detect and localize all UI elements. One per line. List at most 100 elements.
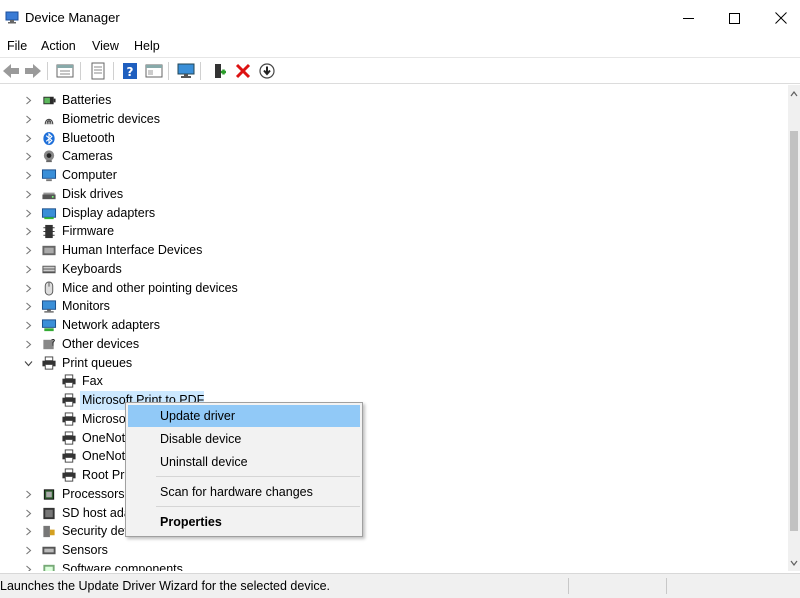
tree-category-item[interactable]: SD host adapters bbox=[0, 504, 780, 523]
chevron-right-icon[interactable] bbox=[24, 152, 33, 161]
tree-category-item[interactable]: Keyboards bbox=[0, 260, 780, 279]
tree-item-label: Bluetooth bbox=[62, 130, 115, 145]
mouse-icon bbox=[44, 280, 54, 296]
menu-action[interactable]: Action bbox=[41, 39, 76, 53]
tree-child-item[interactable]: OneNote (Desktop) bbox=[0, 429, 780, 448]
ctx-uninstall-device[interactable]: Uninstall device bbox=[128, 451, 360, 473]
tree-category-item[interactable]: Computer bbox=[0, 166, 780, 185]
tree-child-item[interactable]: Fax bbox=[0, 372, 780, 391]
chevron-right-icon[interactable] bbox=[24, 246, 33, 255]
menu-bar: File Action View Help bbox=[0, 36, 800, 58]
scroll-thumb[interactable] bbox=[790, 131, 798, 531]
tree-item-label: Firmware bbox=[62, 224, 115, 239]
maximize-button[interactable] bbox=[711, 0, 757, 36]
tree-child-item[interactable]: Microsoft XPS Document Writer bbox=[0, 410, 780, 429]
chevron-down-icon bbox=[790, 560, 798, 566]
chevron-right-icon[interactable] bbox=[24, 565, 33, 571]
ctx-properties[interactable]: Properties bbox=[128, 511, 360, 533]
scroll-down-button[interactable] bbox=[788, 554, 800, 571]
tree-item-label: Sensors bbox=[62, 543, 108, 557]
chevron-right-icon[interactable] bbox=[24, 527, 33, 536]
disk-drive-icon bbox=[42, 192, 56, 199]
tree-category-item[interactable]: Processors bbox=[0, 485, 780, 504]
tree-category-item[interactable]: Mice and other pointing devices bbox=[0, 279, 780, 298]
chevron-right-icon[interactable] bbox=[24, 115, 33, 124]
chevron-right-icon[interactable] bbox=[24, 209, 33, 218]
status-separator bbox=[666, 578, 667, 594]
monitor-icon bbox=[41, 300, 57, 313]
status-separator bbox=[568, 578, 569, 594]
ctx-disable-device[interactable]: Disable device bbox=[128, 428, 360, 450]
chevron-right-icon[interactable] bbox=[24, 284, 33, 293]
menu-help[interactable]: Help bbox=[134, 39, 160, 53]
minimize-icon bbox=[682, 17, 694, 19]
tree-item-label: Batteries bbox=[62, 93, 112, 107]
tree-category-item[interactable]: Software components bbox=[0, 560, 780, 571]
properties-button[interactable] bbox=[88, 61, 108, 81]
ctx-separator bbox=[156, 476, 360, 477]
tree-item-label: Human Interface Devices bbox=[62, 243, 203, 257]
chevron-right-icon[interactable] bbox=[24, 134, 33, 143]
ctx-update-driver[interactable]: Update driver bbox=[128, 405, 360, 427]
chevron-right-icon[interactable] bbox=[24, 321, 33, 330]
uninstall-button[interactable] bbox=[233, 61, 253, 81]
download-button[interactable] bbox=[257, 61, 277, 81]
tree-category-item[interactable]: Cameras bbox=[0, 147, 780, 166]
chevron-right-icon[interactable] bbox=[24, 490, 33, 499]
minimize-button[interactable] bbox=[665, 0, 711, 36]
chevron-right-icon[interactable] bbox=[24, 546, 33, 555]
chevron-right-icon[interactable] bbox=[24, 171, 33, 180]
scroll-up-button[interactable] bbox=[788, 85, 800, 102]
vertical-scrollbar[interactable] bbox=[788, 85, 800, 571]
forward-button[interactable] bbox=[23, 61, 43, 81]
computer-icon bbox=[41, 169, 57, 182]
close-icon bbox=[775, 12, 787, 24]
device-tree-button[interactable] bbox=[55, 61, 75, 81]
tree-category-item[interactable]: Bluetooth bbox=[0, 129, 780, 148]
tree-category-item[interactable]: Monitors bbox=[0, 297, 780, 316]
tree-item-label: Monitors bbox=[62, 299, 110, 314]
help-button[interactable]: ? bbox=[120, 61, 140, 81]
chevron-right-icon[interactable] bbox=[24, 509, 33, 518]
tree-category-item[interactable]: Human Interface Devices bbox=[0, 241, 780, 260]
chevron-right-icon[interactable] bbox=[24, 96, 33, 105]
window-title: Device Manager bbox=[25, 10, 120, 25]
tree-category-item[interactable]: Display adapters bbox=[0, 204, 780, 223]
chevron-right-icon[interactable] bbox=[24, 340, 33, 349]
fingerprint-icon bbox=[44, 118, 54, 125]
tree-category-item[interactable]: Disk drives bbox=[0, 185, 780, 204]
device-tree[interactable]: Batteries Biometric devices Bluetooth Camer… bbox=[0, 85, 788, 571]
tree-category-item[interactable]: Sensors bbox=[0, 541, 780, 560]
update-driver-button[interactable] bbox=[209, 61, 229, 81]
tree-category-item[interactable]: Biometric devices bbox=[0, 110, 780, 129]
tree-category-item[interactable]: Firmware bbox=[0, 222, 780, 241]
help-icon: ? bbox=[123, 63, 137, 79]
scan-hardware-button[interactable] bbox=[176, 61, 196, 81]
printer-icon bbox=[62, 468, 76, 482]
tree-category-item[interactable]: Batteries bbox=[0, 91, 780, 110]
tree-child-item[interactable]: OneNote for Windows 10 bbox=[0, 447, 780, 466]
tree-category-item[interactable]: ? Other devices bbox=[0, 335, 780, 354]
chevron-right-icon[interactable] bbox=[24, 265, 33, 274]
chevron-right-icon[interactable] bbox=[24, 190, 33, 199]
tree-child-item[interactable]: Root Print Queue bbox=[0, 466, 780, 485]
tree-category-item[interactable]: Print queues bbox=[0, 354, 780, 373]
chevron-right-icon[interactable] bbox=[24, 227, 33, 236]
tree-category-item[interactable]: Security devices bbox=[0, 522, 780, 541]
view-button[interactable] bbox=[144, 61, 164, 81]
ctx-update-driver-label: Update driver bbox=[160, 409, 236, 423]
ctx-properties-label: Properties bbox=[160, 515, 222, 529]
menu-view[interactable]: View bbox=[92, 39, 119, 53]
chevron-down-icon[interactable] bbox=[24, 359, 33, 368]
back-button[interactable] bbox=[1, 61, 21, 81]
monitor-scan-icon bbox=[177, 63, 195, 78]
title-bar[interactable]: Device Manager bbox=[0, 0, 800, 36]
close-button[interactable] bbox=[758, 0, 800, 36]
tree-child-item[interactable]: Microsoft Print to PDF bbox=[0, 391, 780, 410]
chevron-right-icon[interactable] bbox=[24, 302, 33, 311]
tree-category-item[interactable]: Network adapters bbox=[0, 316, 780, 335]
security-device-icon bbox=[43, 526, 55, 538]
maximize-icon bbox=[728, 12, 740, 24]
ctx-scan-hardware[interactable]: Scan for hardware changes bbox=[128, 481, 360, 503]
menu-file[interactable]: File bbox=[7, 39, 27, 53]
